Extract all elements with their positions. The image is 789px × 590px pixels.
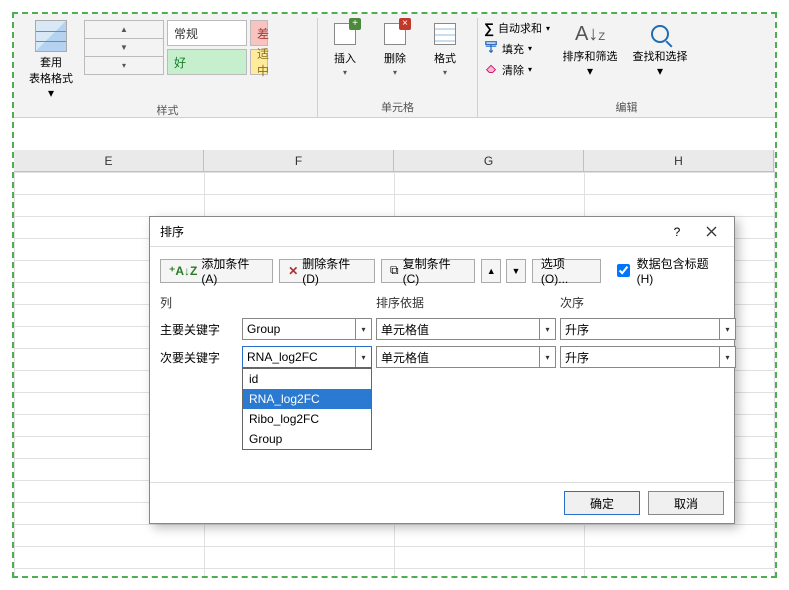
insert-icon [334, 23, 356, 45]
find-select-button[interactable]: 查找和选择 ▾ [630, 20, 690, 78]
primary-order-dropdown[interactable]: 升序 ▾ [560, 318, 736, 340]
col-header-order: 次序 [560, 294, 736, 315]
dropdown-option[interactable]: Group [243, 429, 371, 449]
sort-headers-row: 列 排序依据 次序 [150, 294, 734, 315]
chevron-down-icon: ▾ [343, 68, 347, 77]
chevron-down-icon: ▾ [719, 319, 735, 339]
tableformat-icon [35, 20, 67, 52]
copy-icon: ⧉ [390, 263, 399, 278]
sort-rows: 主要关键字 Group ▾ 单元格值 ▾ 升序 ▾ 次要关键字 RNA_log2… [150, 315, 734, 371]
style-hao[interactable]: 好 [167, 49, 247, 75]
column-header[interactable]: G [394, 150, 584, 171]
styles-group-label: 样式 [24, 100, 311, 120]
options-button[interactable]: 选项(O)... [532, 259, 601, 283]
style-cha[interactable]: 差 [250, 20, 268, 46]
ribbon: 套用 表格格式 ▾ 常规 差 ▲ ▼ ▾ 好 适中 样式 [14, 14, 775, 118]
dialog-titlebar: 排序 ? [150, 217, 734, 247]
chevron-down-icon: ▾ [443, 68, 447, 77]
chevron-down-icon: ▾ [393, 68, 397, 77]
secondary-order-dropdown[interactable]: 升序 ▾ [560, 346, 736, 368]
headers-checkbox[interactable] [617, 264, 630, 277]
dialog-toolbar: ⁺A↓Z 添加条件(A) ✕ 删除条件(D) ⧉ 复制条件(C) ▲ ▼ 选项(… [150, 247, 734, 294]
secondary-field-dropdown[interactable]: RNA_log2FC ▾ id RNA_log2FC Ribo_log2FC G… [242, 346, 372, 368]
column-header[interactable]: F [204, 150, 394, 171]
cells-group-label: 单元格 [324, 97, 471, 117]
format-button[interactable]: 格式 ▾ [424, 20, 466, 77]
headers-checkbox-wrap[interactable]: 数据包含标题(H) [613, 255, 724, 286]
chevron-down-icon: ▾ [528, 65, 532, 74]
delete-button[interactable]: 删除 ▾ [374, 20, 416, 77]
chevron-down-icon: ▾ [539, 347, 555, 367]
ribbon-group-edit: ∑ 自动求和 ▾ 填充 ▾ [478, 18, 775, 117]
close-icon [706, 226, 717, 237]
delete-icon [384, 23, 406, 45]
help-button[interactable]: ? [660, 219, 694, 245]
ok-button[interactable]: 确定 [564, 491, 640, 515]
format-icon [434, 23, 456, 45]
column-header[interactable]: E [14, 150, 204, 171]
dropdown-option[interactable]: id [243, 369, 371, 389]
sort-icon: A↓Z [575, 23, 605, 46]
gallery-up[interactable]: ▲ [85, 21, 163, 38]
col-header-col: 列 [160, 294, 238, 315]
ribbon-group-styles: 套用 表格格式 ▾ 常规 差 ▲ ▼ ▾ 好 适中 样式 [18, 18, 318, 117]
chevron-down-icon: ▾ [355, 319, 371, 339]
chevron-down-icon: ▾ [657, 64, 663, 78]
clear-button[interactable]: 清除 ▾ [484, 61, 550, 78]
secondary-key-label: 次要关键字 [160, 345, 238, 369]
chevron-down-icon: ▾ [587, 64, 593, 78]
style-changgui[interactable]: 常规 [167, 20, 247, 46]
sigma-icon: ∑ [484, 20, 494, 36]
style-shizhong[interactable]: 适中 [250, 49, 268, 75]
edit-group-label: 编辑 [484, 97, 769, 117]
dialog-title: 排序 [160, 223, 660, 240]
add-condition-button[interactable]: ⁺A↓Z 添加条件(A) [160, 259, 273, 283]
primary-basis-dropdown[interactable]: 单元格值 ▾ [376, 318, 556, 340]
dropdown-option[interactable]: RNA_log2FC [243, 389, 371, 409]
chevron-down-icon: ▾ [719, 347, 735, 367]
sort-dialog: 排序 ? ⁺A↓Z 添加条件(A) ✕ 删除条件(D) ⧉ 复制条件(C) ▲ … [149, 216, 735, 524]
plus-icon: ⁺A↓Z [169, 264, 197, 278]
x-icon: ✕ [288, 264, 298, 278]
move-down-button[interactable]: ▼ [506, 259, 526, 283]
copy-condition-button[interactable]: ⧉ 复制条件(C) [381, 259, 475, 283]
field-dropdown-list: id RNA_log2FC Ribo_log2FC Group [242, 368, 372, 450]
chevron-down-icon: ▾ [48, 86, 54, 100]
dialog-footer: 确定 取消 [150, 482, 734, 523]
cancel-button[interactable]: 取消 [648, 491, 724, 515]
chevron-down-icon: ▾ [528, 44, 532, 53]
eraser-icon [484, 61, 498, 78]
delete-condition-button[interactable]: ✕ 删除条件(D) [279, 259, 375, 283]
ribbon-group-cells: 插入 ▾ 删除 ▾ 格式 ▾ 单元格 [318, 18, 478, 117]
sort-filter-button[interactable]: A↓Z 排序和筛选 ▾ [560, 20, 620, 78]
styles-gallery: 常规 差 ▲ ▼ ▾ 好 适中 [84, 20, 268, 75]
chevron-down-icon: ▾ [355, 347, 371, 367]
gallery-spinner: ▲ ▼ ▾ [84, 20, 164, 75]
column-header[interactable]: H [584, 150, 774, 171]
col-header-basis: 排序依据 [376, 294, 556, 315]
chevron-down-icon: ▾ [539, 319, 555, 339]
move-up-button[interactable]: ▲ [481, 259, 501, 283]
primary-field-dropdown[interactable]: Group ▾ [242, 318, 372, 340]
chevron-down-icon: ▾ [546, 24, 550, 33]
tableformat-label: 套用 表格格式 [29, 54, 73, 86]
primary-key-label: 主要关键字 [160, 317, 238, 341]
search-icon [651, 25, 669, 43]
close-button[interactable] [694, 219, 728, 245]
gallery-more[interactable]: ▾ [85, 56, 163, 74]
column-headers: E F G H [14, 150, 775, 172]
dropdown-option[interactable]: Ribo_log2FC [243, 409, 371, 429]
fill-button[interactable]: 填充 ▾ [484, 40, 550, 57]
fill-icon [484, 40, 498, 57]
secondary-basis-dropdown[interactable]: 单元格值 ▾ [376, 346, 556, 368]
gallery-down[interactable]: ▼ [85, 38, 163, 56]
insert-button[interactable]: 插入 ▾ [324, 20, 366, 77]
autosum-button[interactable]: ∑ 自动求和 ▾ [484, 20, 550, 36]
table-format-button[interactable]: 套用 表格格式 ▾ [24, 20, 78, 100]
